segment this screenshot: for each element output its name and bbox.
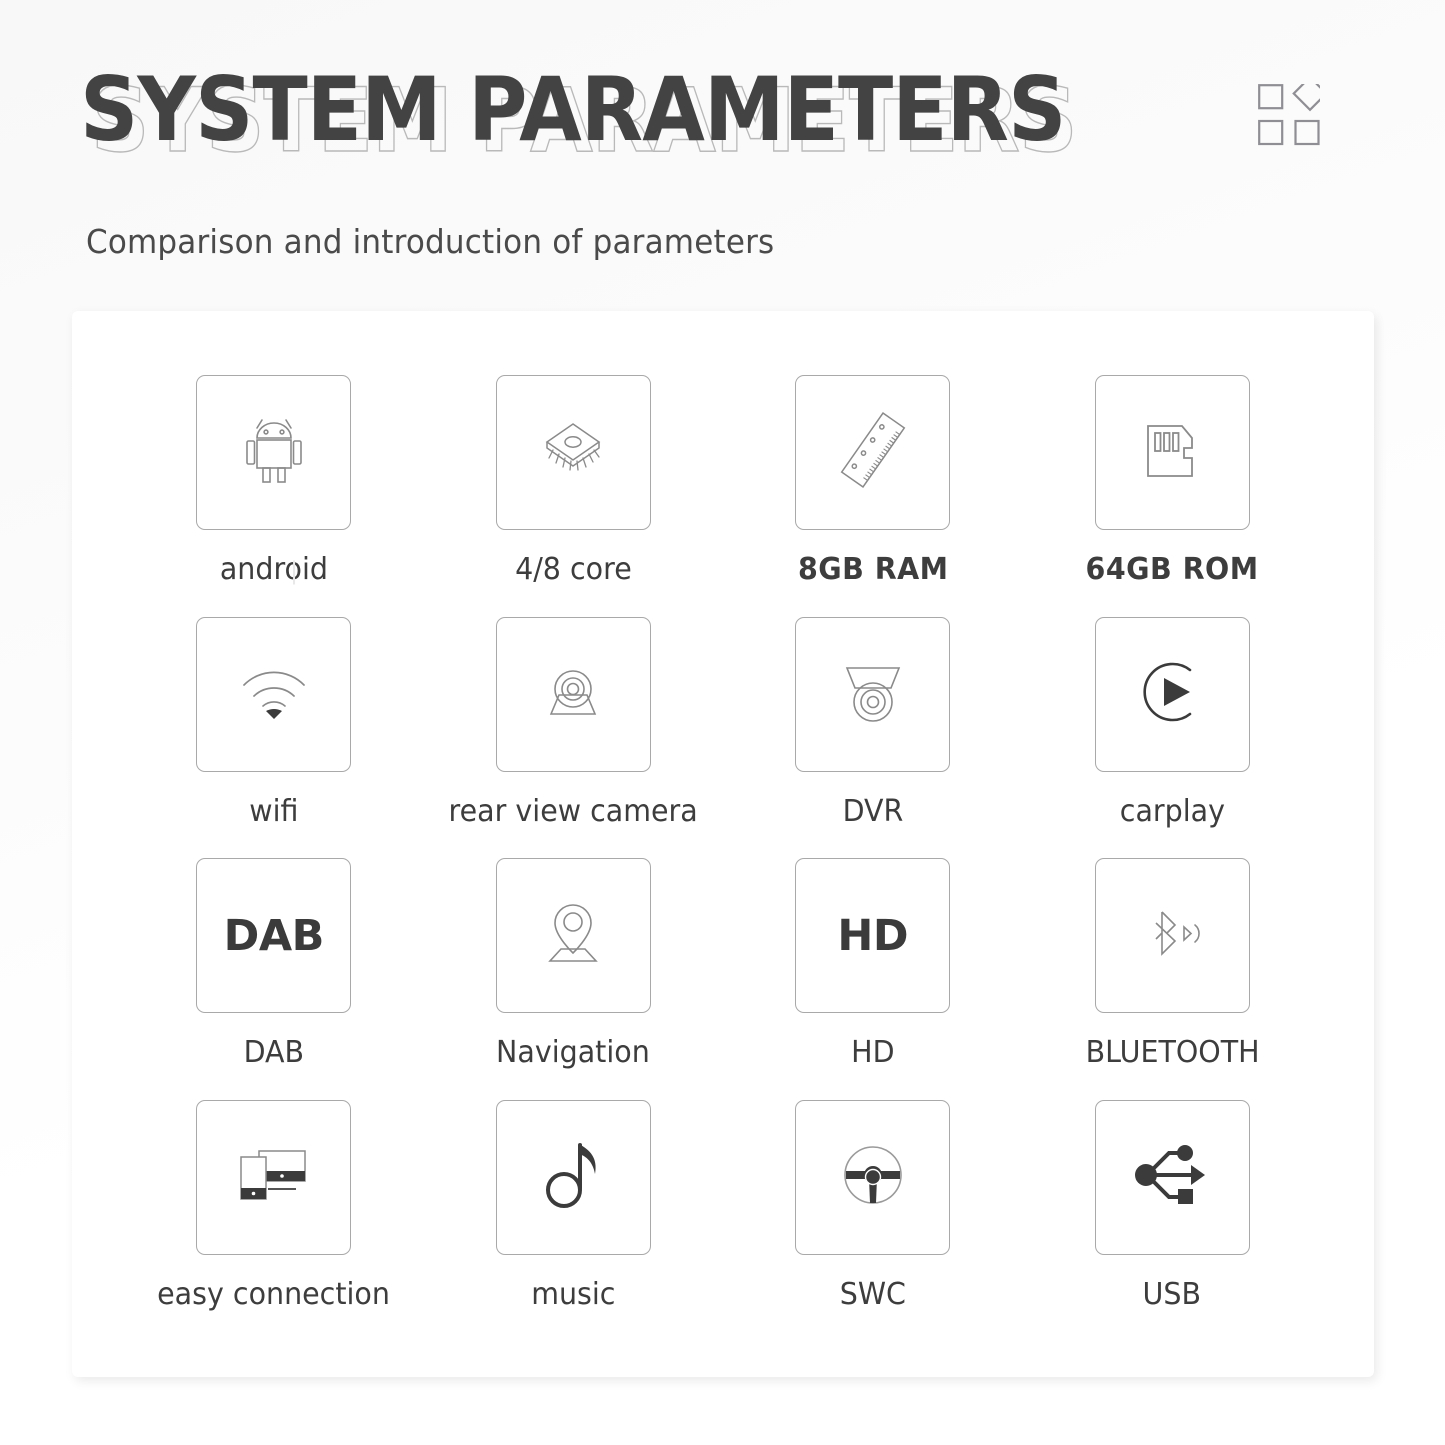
parameters-card: android 4/8 core 8GB RAM 64GB ROM wifi r…	[72, 311, 1374, 1377]
grid-item-rom[interactable]: 64GB ROM	[1023, 375, 1323, 617]
tile-rear-camera[interactable]	[495, 616, 651, 772]
tile-navigation[interactable]	[495, 858, 651, 1013]
label-dab: DAB	[243, 1035, 305, 1070]
page-subtitle: Comparison and introduction of parameter…	[86, 222, 775, 261]
label-hd: HD	[851, 1035, 895, 1070]
android-robot-icon	[232, 408, 316, 497]
tile-hd[interactable]: HD	[795, 858, 951, 1013]
tile-bluetooth[interactable]	[1094, 858, 1250, 1013]
hd-text-icon: HD	[837, 910, 909, 961]
tile-ram[interactable]	[795, 375, 951, 530]
tile-dvr[interactable]	[795, 616, 951, 772]
grid-item-navigation[interactable]: Navigation	[424, 858, 724, 1100]
grid-item-dab[interactable]: DAB DAB	[124, 858, 424, 1100]
grid-item-carplay[interactable]: carplay	[1023, 616, 1323, 859]
page-header: SYSTEM PARAMETERS SYSTEM PARAMETERS Comp…	[0, 0, 1445, 300]
grid-item-hd[interactable]: HD HD	[723, 858, 1023, 1100]
grid-item-easy-connection[interactable]: easy connection	[124, 1099, 424, 1342]
grid-item-usb[interactable]: USB	[1023, 1099, 1323, 1342]
cpu-chip-icon	[528, 408, 618, 497]
label-music: music	[531, 1276, 616, 1312]
tile-dab[interactable]: DAB	[196, 858, 352, 1013]
grid-item-ram[interactable]: 8GB RAM	[723, 375, 1023, 617]
label-cpu: 4/8 core	[514, 552, 632, 587]
dvr-camera-icon	[829, 650, 917, 739]
grid-item-dvr[interactable]: DVR	[723, 616, 1023, 859]
grid-item-bluetooth[interactable]: BLUETOOTH	[1023, 858, 1323, 1100]
label-swc: SWC	[839, 1276, 906, 1312]
grid-item-cpu[interactable]: 4/8 core	[424, 375, 724, 617]
label-android: android	[219, 552, 328, 587]
grid-item-android[interactable]: android	[124, 375, 424, 617]
carplay-icon	[1128, 648, 1216, 741]
tile-usb[interactable]	[1094, 1099, 1250, 1255]
label-navigation: Navigation	[496, 1035, 651, 1070]
label-usb: USB	[1142, 1276, 1202, 1312]
tile-rom[interactable]	[1094, 375, 1250, 530]
grid-item-rear-camera[interactable]: rear view camera	[424, 616, 724, 859]
label-dvr: DVR	[842, 793, 904, 829]
dab-text-icon: DAB	[223, 910, 325, 961]
android-ghost-artifact: |	[290, 557, 299, 585]
tile-carplay[interactable]	[1094, 616, 1250, 772]
grid-item-swc[interactable]: SWC	[723, 1099, 1023, 1342]
grid-item-music[interactable]: music	[424, 1099, 724, 1342]
label-bluetooth: BLUETOOTH	[1085, 1035, 1260, 1070]
screen-mirror-icon	[230, 1139, 318, 1216]
bluetooth-audio-icon	[1129, 892, 1215, 979]
parameters-grid: android 4/8 core 8GB RAM 64GB ROM wifi r…	[72, 311, 1374, 1377]
page-root: SYSTEM PARAMETERS SYSTEM PARAMETERS Comp…	[0, 0, 1445, 1445]
music-note-icon	[532, 1132, 614, 1223]
label-wifi: wifi	[249, 793, 299, 829]
wifi-icon	[228, 653, 320, 736]
label-rom: 64GB ROM	[1085, 552, 1259, 587]
tile-android[interactable]	[196, 375, 352, 530]
map-pin-icon	[530, 891, 616, 980]
tile-music[interactable]	[495, 1099, 651, 1255]
tile-wifi[interactable]	[196, 616, 352, 772]
usb-icon	[1129, 1139, 1215, 1216]
label-easy-connection: easy connection	[157, 1276, 391, 1312]
page-title: SYSTEM PARAMETERS SYSTEM PARAMETERS	[80, 58, 1151, 170]
label-ram: 8GB RAM	[797, 552, 949, 587]
tile-swc[interactable]	[795, 1099, 951, 1255]
ram-stick-icon	[827, 404, 919, 501]
label-rear-camera: rear view camera	[448, 793, 698, 829]
rear-camera-icon	[529, 651, 617, 738]
grid-diamond-icon	[1258, 75, 1328, 146]
steering-wheel-icon	[831, 1133, 915, 1222]
tile-cpu[interactable]	[495, 375, 651, 530]
sd-card-icon	[1130, 408, 1214, 497]
tile-easy-connection[interactable]	[196, 1099, 352, 1255]
grid-item-wifi[interactable]: wifi	[124, 616, 424, 859]
page-title-text: SYSTEM PARAMETERS	[80, 58, 1066, 161]
label-carplay: carplay	[1119, 793, 1225, 829]
